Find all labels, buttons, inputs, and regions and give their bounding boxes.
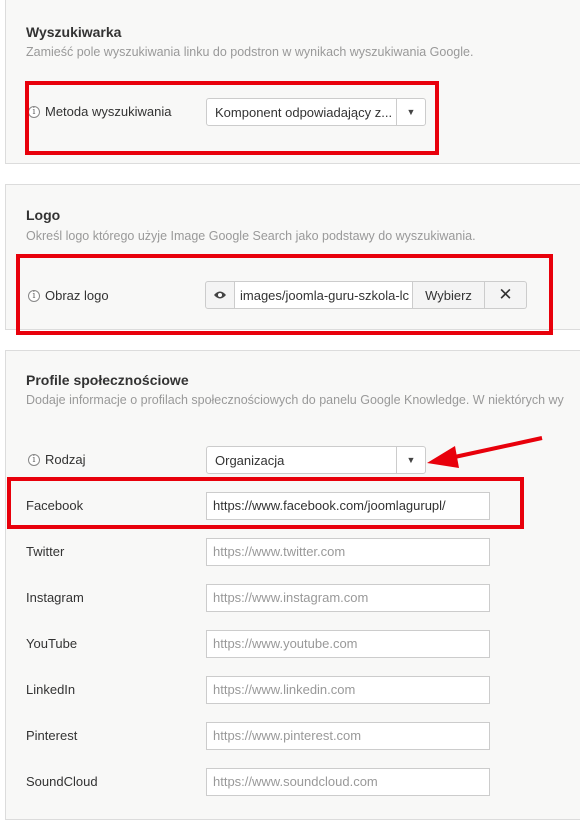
linkedin-label: LinkedIn [26,682,76,697]
logo-image-label: i Obraz logo [28,288,109,303]
instagram-label: Instagram [26,590,84,605]
social-type-label-text: Rodzaj [45,452,86,467]
youtube-label: YouTube [26,636,78,651]
social-panel-title: Profile społecznościowe [26,372,189,388]
soundcloud-label: SoundCloud [26,774,98,789]
info-icon[interactable]: i [28,105,40,118]
logo-image-path[interactable]: images/joomla-guru-szkola-lc [235,281,413,309]
close-icon[interactable]: ✕ [485,281,527,309]
search-panel-title: Wyszukiwarka [26,24,122,40]
logo-media-field: images/joomla-guru-szkola-lc Wybierz ✕ [205,281,527,309]
social-type-select[interactable]: Organizacja ▼ [206,446,426,474]
info-icon[interactable]: i [28,453,40,466]
soundcloud-input[interactable]: https://www.soundcloud.com [206,768,490,796]
search-method-value: Komponent odpowiadający z... [215,104,393,120]
info-icon[interactable]: i [28,289,40,302]
logo-panel-description: Określ logo którego użyje Image Google S… [26,229,476,243]
social-type-label: i Rodzaj [28,452,85,467]
chevron-down-icon[interactable]: ▼ [396,99,425,125]
search-method-label-text: Metoda wyszukiwania [45,104,172,119]
youtube-input[interactable]: https://www.youtube.com [206,630,490,658]
search-method-label: i Metoda wyszukiwania [28,104,171,119]
twitter-label: Twitter [26,544,65,559]
search-method-select[interactable]: Komponent odpowiadający z... ▼ [206,98,426,126]
arrow-annotation-icon [427,436,543,468]
facebook-input[interactable]: https://www.facebook.com/joomlagurupl/ [206,492,490,520]
search-panel-description: Zamieść pole wyszukiwania linku do podst… [26,45,474,59]
eye-icon[interactable] [205,281,235,309]
social-panel-description: Dodaje informacje o profilach społecznoś… [26,393,564,407]
linkedin-input[interactable]: https://www.linkedin.com [206,676,490,704]
logo-image-label-text: Obraz logo [45,288,109,303]
logo-panel-title: Logo [26,207,61,223]
facebook-label: Facebook [26,498,84,513]
instagram-input[interactable]: https://www.instagram.com [206,584,490,612]
chevron-down-icon[interactable]: ▼ [396,447,425,473]
pinterest-input[interactable]: https://www.pinterest.com [206,722,490,750]
select-image-button[interactable]: Wybierz [413,281,485,309]
social-type-value: Organizacja [215,452,285,468]
pinterest-label: Pinterest [26,728,78,743]
twitter-input[interactable]: https://www.twitter.com [206,538,490,566]
search-panel: Wyszukiwarka Zamieść pole wyszukiwania l… [5,0,580,164]
